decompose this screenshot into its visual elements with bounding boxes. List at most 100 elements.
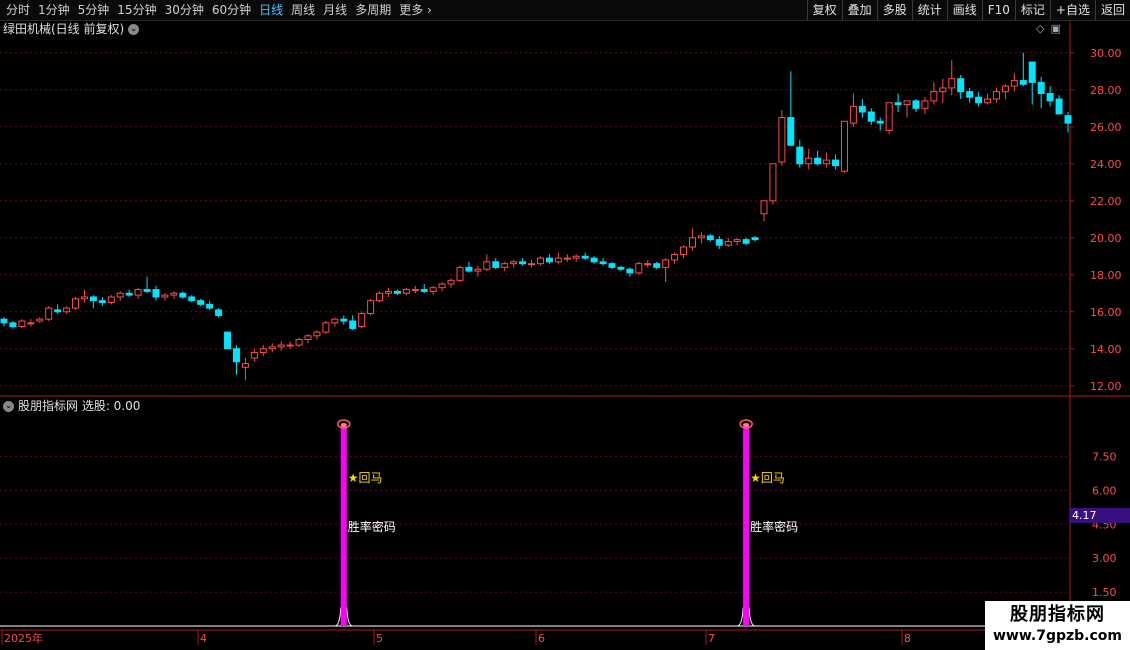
- candle-body: [653, 263, 661, 268]
- candle-body: [814, 157, 822, 165]
- candle-body: [304, 335, 312, 341]
- y-tick-label: 16.00: [1090, 306, 1122, 319]
- candle-body: [63, 307, 71, 313]
- candle-body: [769, 163, 777, 202]
- signal-label-shenglv: 胜率密码: [348, 519, 396, 534]
- candle-body: [1037, 81, 1045, 94]
- candle-body: [948, 78, 956, 89]
- candle-body: [161, 294, 169, 298]
- candle-body: [9, 322, 17, 328]
- candle-body: [313, 331, 321, 337]
- candle-body: [858, 105, 866, 113]
- candle-body: [447, 279, 455, 285]
- candle-body: [116, 292, 124, 298]
- candle-body: [599, 261, 607, 265]
- y-tick-label: 18.00: [1090, 269, 1122, 282]
- candle-body: [545, 257, 553, 263]
- candle-body: [429, 287, 437, 292]
- candle-body: [894, 102, 902, 106]
- candle-body: [644, 263, 652, 266]
- candle-body: [1046, 92, 1054, 102]
- candle-body: [697, 235, 705, 239]
- signal-label-huima: ★回马: [348, 471, 383, 485]
- watermark-title: 股朋指标网: [1010, 604, 1105, 625]
- candle-body: [903, 100, 911, 106]
- candle-body: [706, 235, 714, 241]
- candle-body: [751, 237, 759, 241]
- candle-body: [849, 105, 857, 124]
- candle-body: [957, 78, 965, 93]
- candle-body: [572, 255, 580, 259]
- y-tick-label: 20.00: [1090, 232, 1122, 245]
- candle-body: [331, 318, 339, 324]
- candle-body: [125, 292, 133, 296]
- candle-body: [885, 102, 893, 131]
- candle-body: [72, 298, 80, 309]
- y-tick-label: 22.00: [1090, 195, 1122, 208]
- candle-body: [617, 266, 625, 270]
- indicator-current-value: 4.17: [1070, 508, 1130, 523]
- y-tick-label: 24.00: [1090, 158, 1122, 171]
- candle-body: [867, 111, 875, 122]
- candle-body: [277, 344, 285, 348]
- candle-body: [1019, 80, 1027, 85]
- candle-body: [992, 91, 1000, 100]
- candle-body: [581, 255, 589, 259]
- candle-body: [635, 263, 643, 274]
- y-tick-label: 12.00: [1090, 380, 1122, 393]
- candle-body: [528, 263, 536, 266]
- candle-body: [420, 289, 428, 292]
- candle-body: [438, 283, 446, 289]
- candle-body: [1064, 115, 1072, 124]
- candle-body: [510, 261, 518, 265]
- candle-body: [1010, 80, 1018, 87]
- candle-body: [474, 268, 482, 272]
- candle-body: [80, 296, 88, 300]
- candle-body: [36, 318, 44, 322]
- candle-body: [322, 322, 330, 333]
- x-tick-label: 7: [708, 632, 715, 645]
- candle-body: [832, 159, 840, 167]
- candle-body: [286, 344, 294, 347]
- candle-body: [626, 268, 634, 274]
- signal-label-shenglv: 胜率密码: [750, 519, 798, 534]
- candle-body: [340, 318, 348, 322]
- candle-body: [662, 259, 670, 268]
- kline-chart[interactable]: 30.00 28.00 26.00 24.00 22.00 20.00 18.00 16.00…: [0, 0, 1130, 650]
- candle-body: [671, 253, 679, 261]
- ind-y-tick-label: 3.00: [1092, 552, 1117, 565]
- candle-body: [1028, 61, 1036, 83]
- candle-body: [27, 322, 35, 325]
- candle-body: [554, 257, 562, 263]
- candle-body: [54, 309, 62, 313]
- candle-body: [805, 157, 813, 165]
- watermark-url: www.7gpzb.com: [992, 628, 1122, 644]
- candle-body: [384, 290, 392, 294]
- candle-body: [733, 239, 741, 242]
- signal-label-huima: ★回马: [750, 471, 785, 485]
- signal-bar: [743, 425, 750, 626]
- candle-body: [760, 200, 768, 215]
- candle-body: [456, 266, 464, 281]
- candle-body: [134, 289, 142, 296]
- candle-body: [349, 320, 357, 329]
- candle-body: [188, 296, 196, 302]
- candle-body: [197, 300, 205, 305]
- x-tick-label: 6: [538, 632, 545, 645]
- candle-body: [465, 266, 473, 272]
- candle-body: [376, 292, 384, 302]
- signal-bar: [340, 425, 347, 626]
- candle-body: [367, 300, 375, 315]
- candle-body: [483, 261, 491, 270]
- candle-body: [823, 159, 831, 165]
- candle-body: [0, 318, 8, 324]
- candle-body: [930, 91, 938, 102]
- candle-body: [688, 237, 696, 248]
- candle-body: [680, 246, 688, 255]
- candle-body: [98, 300, 106, 304]
- candle-body: [45, 307, 53, 320]
- candle-body: [107, 296, 115, 304]
- candle-body: [876, 120, 884, 124]
- candle-body: [215, 309, 223, 316]
- y-tick-label: 26.00: [1090, 121, 1122, 134]
